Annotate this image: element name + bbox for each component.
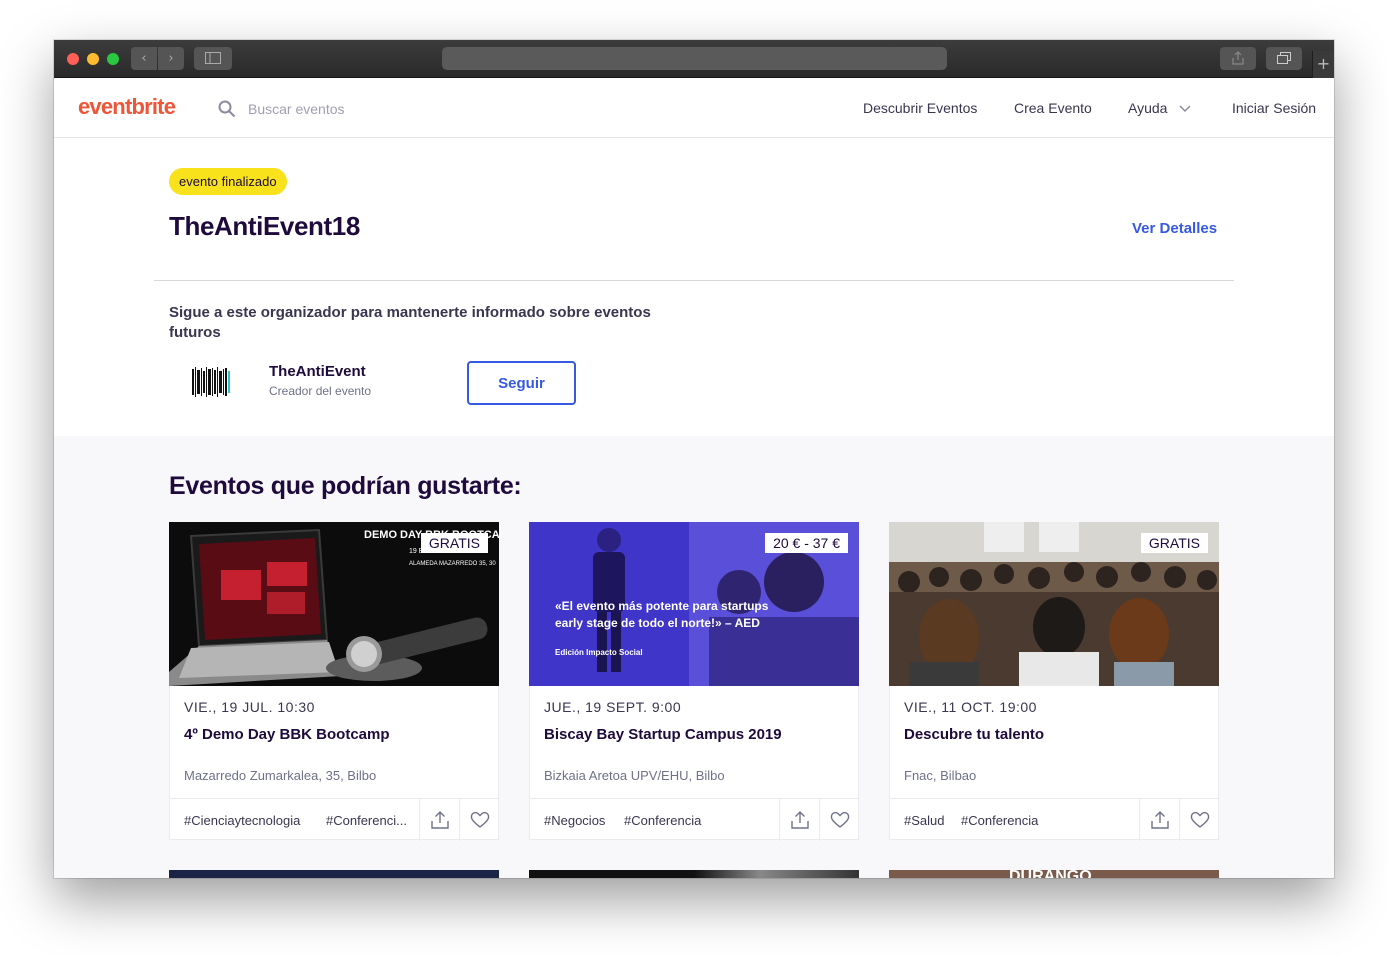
- event-date: VIE., 19 JUL. 10:30: [184, 699, 315, 715]
- next-event-card-partial[interactable]: DURANGO: [889, 870, 1219, 878]
- chevron-down-icon: [1179, 105, 1191, 113]
- maximize-window-button[interactable]: [107, 53, 119, 65]
- card-image-quote-line1: «El evento más potente para startups: [555, 599, 769, 613]
- share-icon: [791, 811, 809, 829]
- event-date: JUE., 19 SEPT. 9:00: [544, 699, 682, 715]
- save-button[interactable]: [1179, 799, 1219, 841]
- follow-button[interactable]: Seguir: [467, 361, 576, 405]
- sidebar-icon: [205, 52, 221, 64]
- heart-icon: [830, 811, 850, 828]
- card-image-edition: Edición Impacto Social: [555, 648, 643, 657]
- view-details-link[interactable]: Ver Detalles: [1132, 220, 1217, 237]
- tag-link[interactable]: #Conferencia: [624, 813, 701, 828]
- price-badge: 20 € - 37 €: [765, 533, 848, 553]
- event-card-title[interactable]: 4º Demo Day BBK Bootcamp: [184, 726, 390, 743]
- organizer-avatar[interactable]: [190, 365, 234, 401]
- nav-sign-in[interactable]: Iniciar Sesión: [1232, 100, 1316, 116]
- card-image-address: ALAMEDA MAZARREDO 35, 30: [409, 561, 496, 567]
- event-card[interactable]: «El evento más potente para startups ear…: [529, 522, 859, 841]
- tabs-icon: [1277, 52, 1291, 64]
- nav-create-event[interactable]: Crea Evento: [1014, 100, 1092, 116]
- tag-link[interactable]: #Conferenci...: [326, 813, 407, 828]
- share-icon: [431, 811, 449, 829]
- search-icon[interactable]: [218, 100, 236, 118]
- eventbrite-logo[interactable]: eventbrite: [78, 94, 176, 120]
- price-badge: GRATIS: [1140, 533, 1208, 553]
- event-card-footer: #Salud #Conferencia: [889, 798, 1219, 841]
- share-icon: [1232, 51, 1244, 65]
- share-icon: [1151, 811, 1169, 829]
- close-window-button[interactable]: [67, 53, 79, 65]
- event-card-title[interactable]: Biscay Bay Startup Campus 2019: [544, 726, 782, 743]
- forward-button[interactable]: ›: [158, 47, 184, 70]
- event-card[interactable]: GRATIS VIE., 11 OCT. 19:00 Descubre tu t…: [889, 522, 1219, 841]
- next-event-card-partial[interactable]: [529, 870, 859, 878]
- event-location: Fnac, Bilbao: [904, 768, 977, 783]
- address-bar[interactable]: [442, 47, 947, 70]
- follow-prompt: Sigue a este organizador para mantenerte…: [169, 304, 651, 341]
- organizer-name[interactable]: TheAntiEvent: [269, 363, 366, 380]
- browser-share-button[interactable]: [1220, 47, 1256, 70]
- event-location: Bizkaia Aretoa UPV/EHU, Bilbo: [544, 768, 725, 783]
- nav-discover-events[interactable]: Descubrir Eventos: [863, 100, 977, 116]
- section-divider: [154, 280, 1234, 281]
- tab-overview-button[interactable]: [1266, 47, 1302, 70]
- site-header: eventbrite Descubrir Eventos Crea Evento…: [54, 78, 1334, 138]
- tag-link[interactable]: #Negocios: [544, 813, 605, 828]
- new-tab-button[interactable]: +: [1312, 51, 1334, 78]
- share-button[interactable]: [419, 799, 459, 841]
- minimize-window-button[interactable]: [87, 53, 99, 65]
- event-card-footer: #Cienciaytecnologia #Conferenci...: [169, 798, 499, 841]
- event-card-footer: #Negocios #Conferencia: [529, 798, 859, 841]
- save-button[interactable]: [459, 799, 499, 841]
- tag-link[interactable]: #Salud: [904, 813, 944, 828]
- sidebar-toggle-button[interactable]: [194, 47, 232, 70]
- tag-link[interactable]: #Conferencia: [961, 813, 1038, 828]
- next-event-card-partial[interactable]: [169, 870, 499, 878]
- event-card[interactable]: DEMO DAY BBK BOOTCAMP 19 BBK ALAMEDA MAZ…: [169, 522, 499, 841]
- partial-card-text: DURANGO: [1009, 870, 1092, 878]
- event-status-badge: evento finalizado: [169, 168, 287, 195]
- card-image-quote-line2: early stage de todo el norte!» – AED: [555, 616, 760, 630]
- recommended-events-section: Eventos que podrían gustarte: DEMO DAY 1…: [54, 436, 1334, 878]
- event-date: VIE., 11 OCT. 19:00: [904, 699, 1037, 715]
- recommended-heading: Eventos que podrían gustarte:: [169, 472, 522, 500]
- event-summary-section: evento finalizado TheAntiEvent18 Ver Det…: [54, 139, 1334, 436]
- price-badge: GRATIS: [420, 533, 488, 553]
- search-input[interactable]: [248, 98, 508, 120]
- heart-icon: [1190, 811, 1210, 828]
- event-location: Mazarredo Zumarkalea, 35, Bilbo: [184, 768, 377, 783]
- nav-help-label: Ayuda: [1128, 100, 1168, 116]
- share-button[interactable]: [1139, 799, 1179, 841]
- tag-link[interactable]: #Cienciaytecnologia: [184, 813, 300, 828]
- event-title: TheAntiEvent18: [169, 211, 360, 241]
- event-card-title[interactable]: Descubre tu talento: [904, 726, 1044, 743]
- heart-icon: [470, 811, 490, 828]
- organizer-role: Creador del evento: [269, 384, 372, 398]
- share-button[interactable]: [779, 799, 819, 841]
- page-content: evento finalizado TheAntiEvent18 Ver Det…: [54, 139, 1334, 878]
- browser-window: ‹ › + eventbrite Descubrir Eventos Crea …: [54, 40, 1334, 878]
- save-button[interactable]: [819, 799, 859, 841]
- browser-titlebar: ‹ › +: [54, 40, 1334, 78]
- back-button[interactable]: ‹: [131, 47, 157, 70]
- nav-help[interactable]: Ayuda: [1128, 100, 1191, 116]
